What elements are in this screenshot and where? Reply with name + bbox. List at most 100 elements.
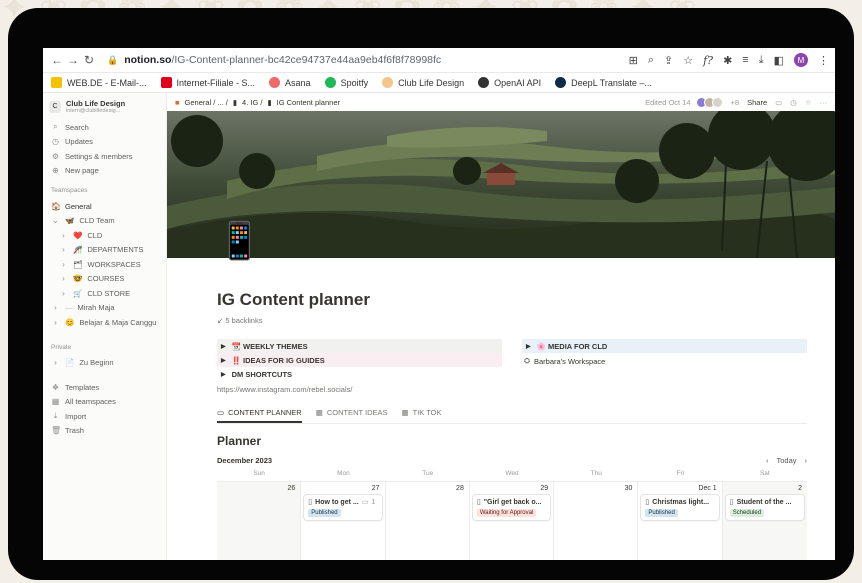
- sidebar-item-new-page[interactable]: ⊕ New page: [43, 164, 166, 179]
- sidebar-item-search[interactable]: ⌕ Search: [43, 120, 166, 135]
- extension-icon[interactable]: ✱: [723, 54, 732, 67]
- toggle-weekly-themes[interactable]: ▶ 📆 WEEKLY THEMES: [217, 339, 502, 353]
- download-icon[interactable]: ⤓: [759, 54, 764, 67]
- page-icon: ▯: [476, 499, 481, 506]
- chevron-right-icon: ›: [54, 303, 57, 313]
- backlinks[interactable]: ↙ 5 backlinks: [217, 316, 807, 325]
- card-title: How to get ...: [315, 498, 359, 506]
- side-panel-icon[interactable]: ◧: [774, 54, 784, 67]
- calendar-card[interactable]: ▯ Christmas light... Published: [641, 495, 719, 520]
- sidebar-item-label: General: [65, 201, 92, 211]
- calendar-day[interactable]: 26: [217, 482, 302, 560]
- workspace-switcher[interactable]: C Club Life Design intern@clublifedesig.…: [43, 99, 166, 120]
- tab-content-ideas[interactable]: ▦ CONTENT IDEAS: [316, 408, 388, 423]
- breadcrumb-general[interactable]: General / ... /: [185, 98, 228, 107]
- sidebar-item-settings[interactable]: ⚙ Settings & members: [43, 149, 166, 164]
- calendar-day[interactable]: 30: [554, 482, 639, 560]
- sidebar-item-mirah-maja[interactable]: › — Mirah Maja: [43, 301, 166, 316]
- sidebar-item-cld-store[interactable]: › 🛒 CLD STORE: [43, 286, 166, 301]
- sidebar-item-cld[interactable]: › ❤️ CLD: [43, 228, 166, 243]
- menu-dots-icon[interactable]: ⋮: [818, 54, 829, 67]
- address-bar[interactable]: 🔒 notion.so /IG-Content-planner-bc42ce94…: [107, 54, 629, 66]
- sidebar-item-trash[interactable]: 🗑 Trash: [43, 424, 166, 439]
- chevron-right-icon[interactable]: ›: [805, 456, 808, 465]
- bookmark-asana[interactable]: Asana: [269, 77, 311, 88]
- calendar-card[interactable]: ▯ Student of the ... Scheduled: [725, 495, 804, 520]
- calendar-day[interactable]: 29 ▯ "Girl get back o... Waiting for Appr…: [470, 482, 555, 560]
- sidebar-item-import[interactable]: ⤓ Import: [43, 409, 166, 424]
- sidebar-item-zu-beginn[interactable]: › 📄 Zu Beginn: [43, 356, 166, 371]
- favorite-star-icon[interactable]: ☆: [805, 98, 812, 107]
- sidebar-item-updates[interactable]: ◷ Updates: [43, 135, 166, 150]
- link-barbaras-workspace[interactable]: ⛭ Barbara's Workspace: [522, 353, 807, 369]
- reload-icon[interactable]: ↻: [81, 53, 97, 67]
- collaborator-avatars[interactable]: [695, 96, 723, 108]
- calendar-day[interactable]: 2 ▯ Student of the ... Scheduled: [722, 482, 807, 560]
- sidebar-item-all-teamspaces[interactable]: ▦ All teamspaces: [43, 395, 166, 410]
- zoom-icon[interactable]: ⌕: [648, 54, 654, 67]
- toggle-dm-shortcuts[interactable]: ▶ DM SHORTCUTS: [217, 367, 502, 381]
- toggle-label: 📆 WEEKLY THEMES: [231, 341, 308, 351]
- bookmark-label: Internet-Filiale - S...: [176, 77, 256, 88]
- reading-list-icon[interactable]: ≡: [742, 54, 748, 66]
- today-button[interactable]: Today: [776, 456, 796, 465]
- phone-icon: ▮: [267, 97, 272, 107]
- formula-extension-icon[interactable]: f?: [703, 54, 713, 67]
- comment-icon[interactable]: ▭: [775, 98, 782, 107]
- tab-tik-tok[interactable]: ▦ TIK TOK: [402, 408, 442, 423]
- bookmark-spotify[interactable]: Spoitfy: [324, 77, 368, 88]
- bookmark-openai[interactable]: OpenAI API: [478, 77, 541, 88]
- day-number: Dec 1: [698, 485, 717, 492]
- back-icon[interactable]: ←: [49, 53, 65, 67]
- history-icon[interactable]: ◷: [790, 98, 797, 107]
- tab-content-planner[interactable]: ▭ CONTENT PLANNER: [217, 408, 302, 423]
- sidebar-item-label: Zu Beginn: [79, 358, 114, 368]
- bookmark-deepl[interactable]: DeepL Translate –...: [555, 77, 652, 88]
- day-number: 26: [287, 485, 296, 492]
- page-content: IG Content planner ↙ 5 backlinks ▶ 📆 WEEK…: [167, 290, 835, 560]
- instagram-url[interactable]: https://www.instagram.com/rebel.socials/: [217, 385, 807, 394]
- share-button[interactable]: Share: [747, 98, 767, 107]
- sidebar-item-cld-team[interactable]: ⌄ 🦋 CLD Team: [43, 214, 166, 229]
- extra-collaborators-count[interactable]: +8: [731, 98, 740, 107]
- trash-icon: 🗑: [51, 426, 62, 436]
- sidebar-item-departments[interactable]: › 🎢 DEPARTMENTS: [43, 243, 166, 258]
- calendar-day[interactable]: 28: [386, 482, 470, 560]
- more-dots-icon[interactable]: ···: [820, 98, 828, 107]
- bookmark-club-life-design[interactable]: Club Life Design: [382, 77, 464, 88]
- page-title[interactable]: IG Content planner: [217, 290, 807, 310]
- home-icon: 🏠: [51, 201, 61, 211]
- share-page-icon[interactable]: ⇪: [664, 54, 673, 67]
- sidebar-item-workspaces[interactable]: › 🗂 WORKSPACES: [43, 257, 166, 272]
- right-column: ▶ 🌸 MEDIA FOR CLD ⛭ Barbara's Workspace: [522, 339, 807, 381]
- workspace-email: intern@clublifedesig...: [66, 108, 121, 114]
- profile-avatar[interactable]: M: [794, 53, 808, 67]
- chevron-left-icon[interactable]: ‹: [766, 456, 769, 465]
- weekday-label: Sat: [759, 470, 770, 477]
- bookmark-star-icon[interactable]: ☆: [683, 54, 693, 67]
- black-square-icon: ▮: [232, 97, 238, 107]
- cover-image[interactable]: [167, 111, 835, 258]
- sidebar-item-belajar[interactable]: › 😊 Belajar & Maja Canggu: [43, 315, 166, 330]
- calendar-card[interactable]: ▯ How to get ... ▭ 1 Published: [304, 495, 382, 520]
- breadcrumb-current[interactable]: IG Content planner: [277, 98, 340, 107]
- calendar-day[interactable]: 27 ▯ How to get ... ▭ 1 Published: [301, 482, 386, 560]
- chevron-right-icon: ›: [54, 317, 57, 327]
- spotify-icon: [324, 77, 336, 88]
- breadcrumb-ig[interactable]: 4. IG /: [242, 98, 262, 107]
- sidebar-item-general[interactable]: 🏠 General: [43, 199, 166, 214]
- toggle-ideas-ig-guides[interactable]: ▶ ‼️ IDEAS FOR IG GUIDES: [217, 353, 502, 367]
- database-title[interactable]: Planner: [217, 434, 807, 448]
- bookmark-webde[interactable]: WEB.DE - E-Mail-...: [51, 77, 147, 88]
- translate-icon[interactable]: ⊞: [629, 54, 638, 67]
- sidebar-item-templates[interactable]: ❖ Templates: [43, 380, 166, 395]
- teamspaces-heading: Teamspaces: [51, 187, 88, 194]
- calendar-day[interactable]: Dec 1 ▯ Christmas light... Published: [638, 482, 723, 560]
- forward-icon[interactable]: →: [65, 53, 81, 67]
- page-icon-phone[interactable]: 📱: [217, 221, 262, 261]
- calendar-card[interactable]: ▯ "Girl get back o... Waiting for Approva…: [472, 495, 551, 520]
- toggle-media-for-cld[interactable]: ▶ 🌸 MEDIA FOR CLD: [522, 339, 807, 353]
- bookmark-sparkasse[interactable]: Internet-Filiale - S...: [160, 77, 256, 88]
- sidebar-item-courses[interactable]: › 🤓 COURSES: [43, 272, 166, 287]
- sidebar-item-label: WORKSPACES: [87, 259, 141, 269]
